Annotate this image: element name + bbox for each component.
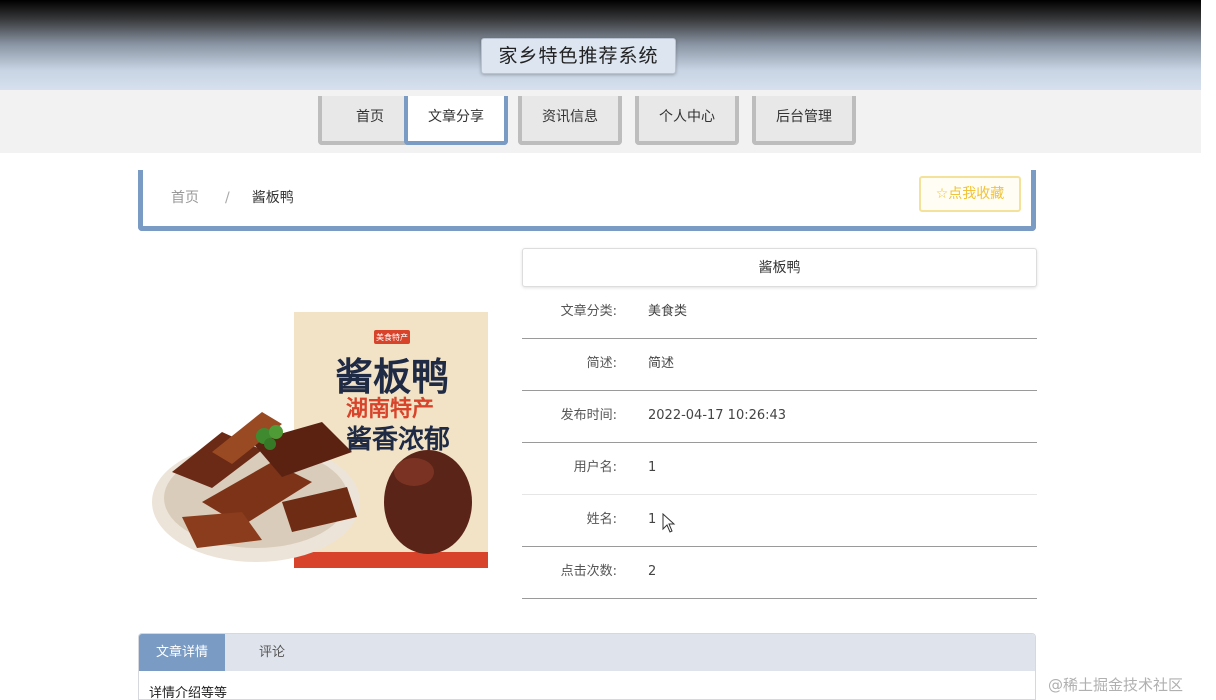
- package-slogan: 酱香浓郁: [346, 424, 450, 455]
- tab-article-detail[interactable]: 文章详情: [139, 634, 225, 671]
- breadcrumb-separator: /: [225, 190, 230, 206]
- package-title: 酱板鸭: [335, 355, 449, 399]
- detail-value: 2: [648, 564, 657, 579]
- detail-label: 姓名:: [586, 512, 617, 527]
- product-image: 美食特产 酱板鸭 湖南特产 酱香浓郁: [152, 312, 488, 568]
- detail-label: 简述:: [586, 356, 617, 371]
- page: 家乡特色推荐系统 首页 文章分享 资讯信息 个人中心 后台管理 首页 / 酱板鸭 ☆…: [0, 0, 1216, 700]
- article-tabs: 文章详情 评论 详情介绍等等: [138, 633, 1036, 700]
- breadcrumb-bar: 首页 / 酱板鸭 ☆点我收藏: [138, 170, 1036, 231]
- detail-row-username: 用户名: 1: [522, 443, 1037, 495]
- header: 家乡特色推荐系统: [0, 0, 1201, 90]
- main-nav: 首页 文章分享 资讯信息 个人中心 后台管理: [0, 90, 1201, 153]
- tab-comments[interactable]: 评论: [229, 634, 315, 671]
- detail-title: 酱板鸭: [522, 248, 1037, 287]
- detail-value: 简述: [648, 356, 675, 371]
- detail-row-publish-time: 发布时间: 2022-04-17 10:26:43: [522, 391, 1037, 443]
- site-title: 家乡特色推荐系统: [481, 38, 676, 74]
- detail-label: 文章分类:: [560, 304, 617, 319]
- package-subtitle: 湖南特产: [346, 396, 434, 422]
- detail-value: 美食类: [648, 304, 688, 319]
- tab-content: 详情介绍等等: [149, 686, 228, 700]
- detail-label: 发布时间:: [560, 408, 617, 423]
- detail-row-category: 文章分类: 美食类: [522, 287, 1037, 339]
- nav-item-article-share[interactable]: 文章分享: [404, 96, 508, 145]
- nav-item-admin[interactable]: 后台管理: [752, 96, 856, 145]
- detail-label: 点击次数:: [560, 564, 617, 579]
- nav-item-news[interactable]: 资讯信息: [518, 96, 622, 145]
- detail-row-click-count: 点击次数: 2: [522, 547, 1037, 599]
- package-badge: 美食特产: [376, 332, 408, 342]
- breadcrumb-home-link[interactable]: 首页: [171, 190, 199, 206]
- favorite-button[interactable]: ☆点我收藏: [919, 176, 1021, 212]
- detail-value: 1: [648, 512, 657, 527]
- tab-header: 文章详情 评论: [139, 634, 1035, 671]
- detail-row-summary: 简述: 简述: [522, 339, 1037, 391]
- detail-row-name: 姓名: 1: [522, 495, 1037, 547]
- breadcrumb-current: 酱板鸭: [251, 190, 294, 206]
- mouse-cursor-icon: [662, 513, 676, 533]
- watermark: @稀土掘金技术社区: [1048, 676, 1184, 694]
- nav-item-personal-center[interactable]: 个人中心: [635, 96, 739, 145]
- breadcrumb: 首页 / 酱板鸭: [171, 187, 294, 207]
- detail-label: 用户名:: [573, 460, 617, 475]
- detail-value: 1: [648, 460, 657, 475]
- detail-value: 2022-04-17 10:26:43: [648, 408, 787, 423]
